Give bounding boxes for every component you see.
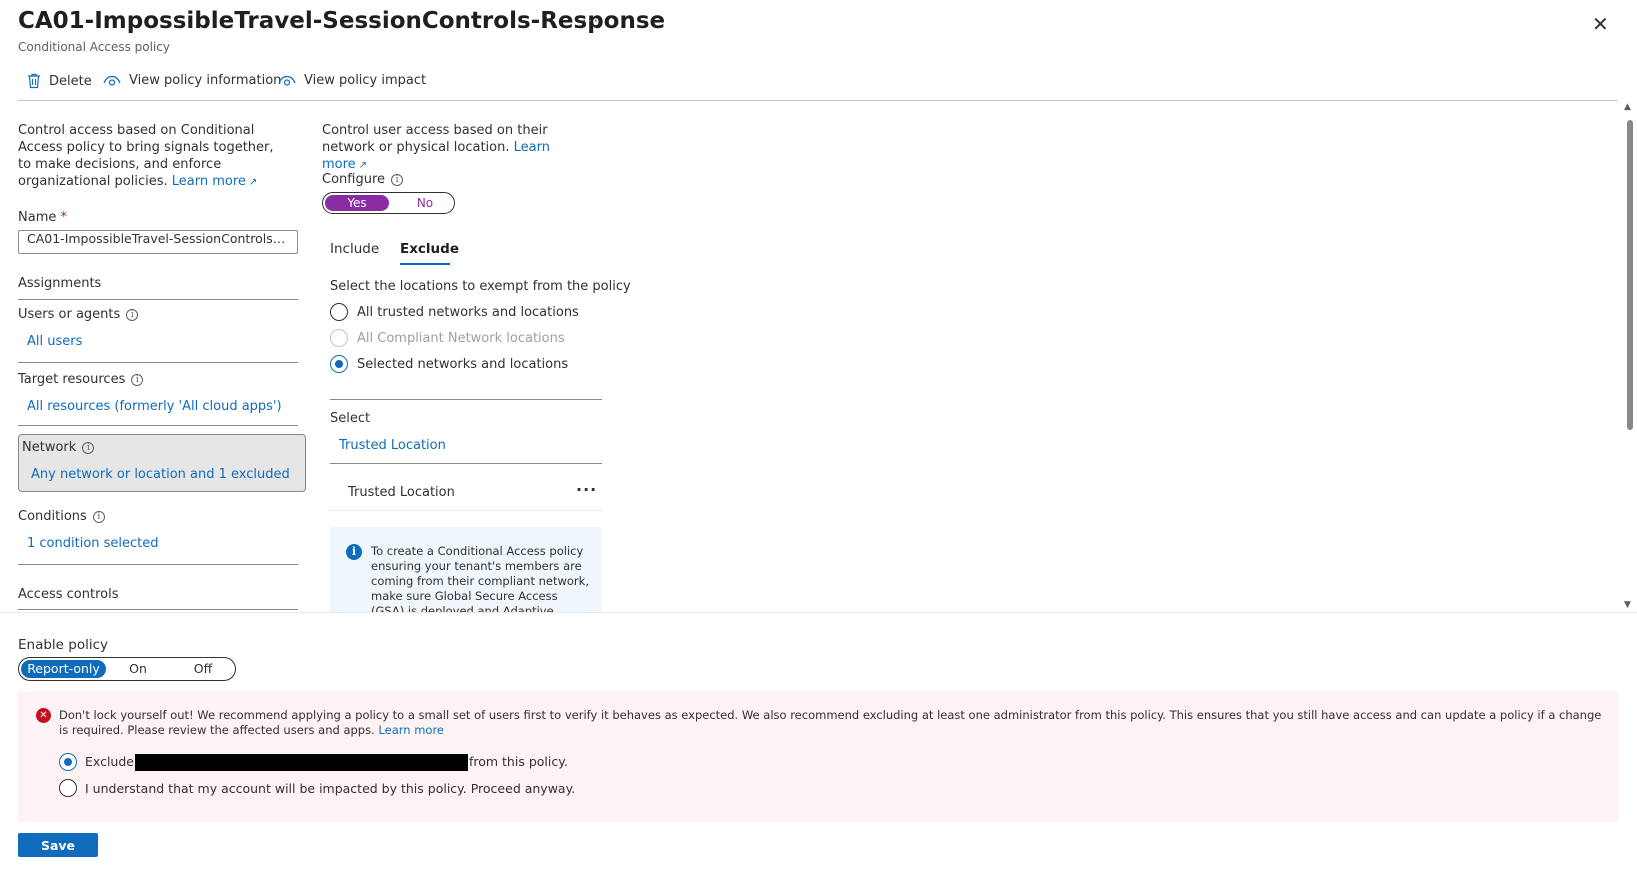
- page-title: CA01-ImpossibleTravel-SessionControls-Re…: [18, 8, 666, 34]
- tab-selected-indicator: [400, 263, 450, 265]
- section-divider: [18, 362, 298, 363]
- page-subtitle: Conditional Access policy: [18, 40, 170, 54]
- learn-more-link[interactable]: Learn more ↗: [172, 174, 258, 189]
- enable-policy-label: Enable policy: [18, 637, 109, 653]
- network-description: Control user access based on their netwo…: [322, 123, 550, 172]
- option-all-compliant: All Compliant Network locations: [330, 329, 565, 347]
- close-button[interactable]: ✕: [1592, 12, 1609, 36]
- enable-report-only-option[interactable]: Report-only: [21, 660, 106, 678]
- users-or-agents-label: Users or agents i: [18, 307, 139, 322]
- radio-button: [330, 329, 348, 347]
- external-link-icon: ↗: [248, 177, 258, 188]
- name-input[interactable]: CA01-ImpossibleTravel-SessionControls-Re…: [18, 230, 298, 254]
- toolbar-divider: [18, 100, 1618, 101]
- option-selected-networks[interactable]: Selected networks and locations: [330, 355, 568, 373]
- view-policy-information-button[interactable]: View policy information: [103, 73, 281, 88]
- configure-label: Configure i: [322, 172, 404, 187]
- tab-exclude[interactable]: Exclude: [400, 241, 459, 257]
- external-link-icon: ↗: [358, 160, 368, 171]
- view-policy-information-label: View policy information: [129, 73, 282, 88]
- conditions-label: Conditions i: [18, 509, 105, 524]
- section-divider: [330, 463, 602, 464]
- section-divider: [18, 425, 298, 426]
- scroll-down-arrow-icon[interactable]: ▼: [1624, 600, 1631, 610]
- target-resources-label: Target resources i: [18, 372, 144, 387]
- more-actions-button[interactable]: ···: [582, 12, 599, 30]
- eye-icon: [278, 75, 296, 87]
- delete-button[interactable]: Delete: [27, 73, 92, 89]
- trash-icon: [27, 73, 41, 89]
- target-resources-value-link[interactable]: All resources (formerly 'All cloud apps'…: [27, 399, 282, 414]
- delete-label: Delete: [49, 73, 92, 89]
- row-divider: [330, 510, 602, 511]
- eye-icon: [103, 75, 121, 87]
- enable-off-option[interactable]: Off: [183, 660, 223, 678]
- section-divider: [18, 564, 298, 565]
- info-icon[interactable]: i: [82, 441, 95, 454]
- footer-divider: [0, 612, 1637, 613]
- policy-description: Control access based on Conditional Acce…: [18, 123, 274, 189]
- configure-no-option[interactable]: No: [400, 195, 450, 211]
- section-divider: [18, 609, 298, 610]
- conditions-value-link[interactable]: 1 condition selected: [27, 536, 159, 551]
- warning-learn-more-link[interactable]: Learn more: [378, 723, 444, 737]
- scrollbar-thumb[interactable]: [1627, 120, 1633, 430]
- users-value-link[interactable]: All users: [27, 334, 82, 349]
- save-button[interactable]: Save: [18, 833, 98, 857]
- option-all-trusted[interactable]: All trusted networks and locations: [330, 303, 579, 321]
- configure-yes-option[interactable]: Yes: [325, 195, 389, 211]
- section-divider: [18, 299, 298, 300]
- radio-button[interactable]: [59, 753, 77, 771]
- redacted-user-name: [134, 753, 468, 771]
- item-more-options-button[interactable]: ···: [576, 480, 597, 499]
- access-controls-heading: Access controls: [18, 587, 119, 602]
- radio-button[interactable]: [330, 355, 348, 373]
- info-icon[interactable]: i: [131, 373, 144, 386]
- assignments-heading: Assignments: [18, 276, 102, 291]
- name-label: Name *: [18, 210, 67, 225]
- lockout-warning-text: Don't lock yourself out! We recommend ap…: [59, 708, 1602, 737]
- tab-include[interactable]: Include: [330, 241, 379, 257]
- select-label: Select: [330, 411, 371, 426]
- info-icon[interactable]: i: [126, 308, 139, 321]
- section-divider: [330, 399, 602, 400]
- radio-button[interactable]: [330, 303, 348, 321]
- proceed-anyway-option[interactable]: I understand that my account will be imp…: [59, 779, 575, 797]
- selected-location-item: Trusted Location: [348, 485, 455, 500]
- info-icon[interactable]: i: [92, 510, 105, 523]
- gsa-info-text: To create a Conditional Access policy en…: [371, 544, 589, 612]
- info-icon: i: [346, 544, 362, 560]
- view-policy-impact-label: View policy impact: [304, 73, 427, 88]
- info-icon[interactable]: i: [391, 173, 404, 186]
- exclude-prompt: Select the locations to exempt from the …: [330, 279, 631, 294]
- scroll-up-arrow-icon[interactable]: ▲: [1624, 102, 1631, 112]
- radio-button[interactable]: [59, 779, 77, 797]
- exclude-current-user-option[interactable]: Exclude from this policy.: [59, 753, 568, 771]
- enable-on-option[interactable]: On: [118, 660, 158, 678]
- select-locations-link[interactable]: Trusted Location: [339, 438, 446, 453]
- network-label: Network i: [22, 440, 95, 455]
- view-policy-impact-button[interactable]: View policy impact: [278, 73, 426, 88]
- error-icon: ✕: [36, 708, 51, 723]
- network-value-link[interactable]: Any network or location and 1 excluded: [31, 467, 290, 482]
